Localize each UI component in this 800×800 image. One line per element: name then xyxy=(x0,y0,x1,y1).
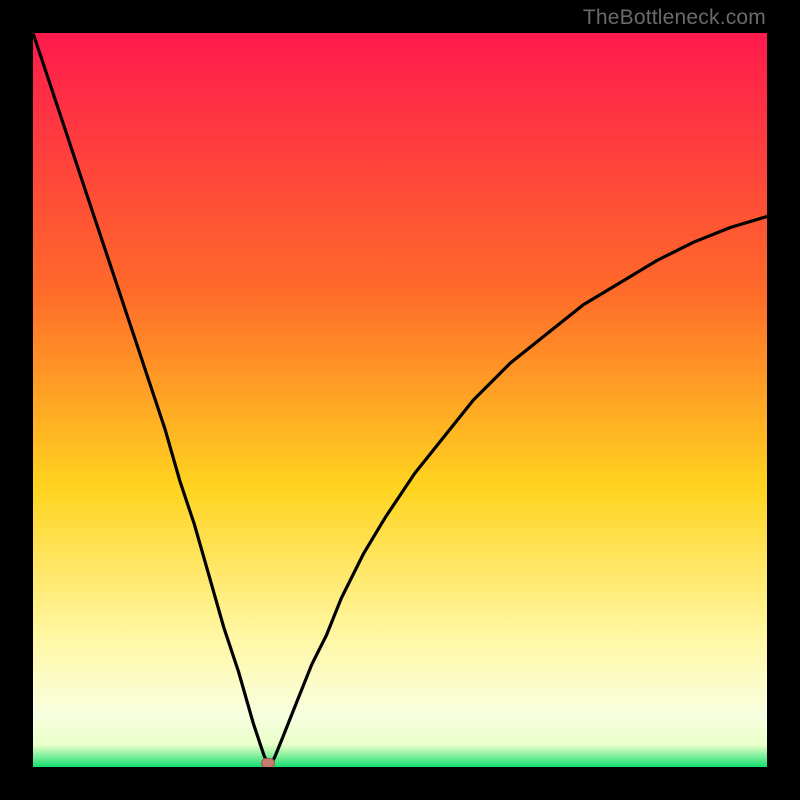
bottleneck-marker xyxy=(261,758,275,767)
chart-frame: TheBottleneck.com xyxy=(0,0,800,800)
bottleneck-curve xyxy=(33,33,767,767)
plot-area xyxy=(33,33,767,767)
watermark-text: TheBottleneck.com xyxy=(583,6,766,30)
